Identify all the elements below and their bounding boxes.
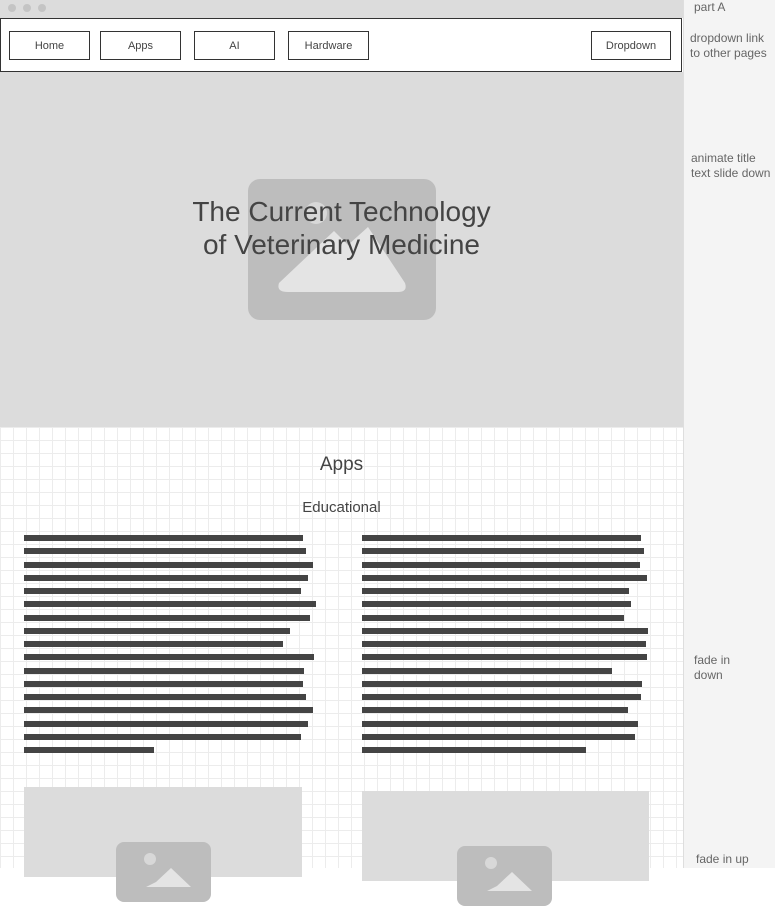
placeholder-text-line	[362, 707, 628, 714]
placeholder-text-line	[362, 588, 629, 594]
window-close-dot[interactable]	[8, 4, 16, 12]
placeholder-text-line	[362, 574, 647, 581]
placeholder-text-line	[24, 561, 313, 568]
placeholder-text-line	[362, 627, 648, 634]
placeholder-text-line	[24, 641, 283, 647]
hero-title-line-1: The Current Technology	[192, 196, 491, 227]
text-column-left	[24, 535, 316, 760]
placeholder-text-line	[362, 720, 638, 727]
placeholder-text-line	[24, 548, 306, 555]
placeholder-text-line	[362, 561, 640, 568]
placeholder-text-line	[362, 694, 641, 700]
placeholder-text-line	[362, 548, 644, 555]
annotation-part-label: part A	[694, 0, 726, 14]
image-placeholder-left	[24, 787, 302, 902]
placeholder-text-line	[24, 601, 316, 608]
placeholder-text-line	[362, 680, 642, 687]
top-nav: Home Apps AI Hardware Dropdown	[0, 18, 682, 72]
nav-dropdown-button[interactable]: Dropdown	[591, 31, 671, 60]
window-minimize-dot[interactable]	[23, 4, 31, 12]
placeholder-text-line	[24, 680, 303, 687]
window-chrome	[0, 0, 683, 18]
annotation-fade-up-note: fade in up	[696, 852, 749, 866]
hero-title: The Current Technology of Veterinary Med…	[0, 195, 683, 261]
placeholder-text-line	[24, 667, 304, 674]
placeholder-text-line	[24, 747, 154, 753]
placeholder-text-line	[362, 641, 646, 647]
placeholder-text-line	[362, 667, 612, 674]
section-subtitle: Educational	[302, 499, 381, 516]
image-placeholder-icon	[457, 846, 552, 906]
placeholder-text-line	[24, 654, 314, 661]
hero-banner: The Current Technology of Veterinary Med…	[0, 72, 683, 427]
apps-section: Apps Educational	[0, 427, 683, 906]
section-title: Apps	[319, 454, 364, 475]
placeholder-text-line	[24, 694, 306, 700]
annotation-title-note: animate title text slide down	[691, 151, 771, 180]
annotation-dropdown-note: dropdown link to other pages	[690, 31, 767, 60]
placeholder-text-line	[24, 588, 301, 594]
placeholder-text-line	[362, 747, 586, 753]
placeholder-text-line	[24, 535, 303, 541]
nav-ai-button[interactable]: AI	[194, 31, 275, 60]
placeholder-text-line	[362, 614, 624, 621]
text-column-right	[362, 535, 648, 760]
placeholder-text-line	[24, 614, 310, 621]
placeholder-text-line	[24, 574, 308, 581]
placeholder-text-line	[24, 707, 313, 714]
annotation-fade-down-note: fade in down	[694, 653, 731, 682]
placeholder-text-line	[24, 627, 290, 634]
placeholder-text-line	[362, 601, 631, 608]
nav-apps-button[interactable]: Apps	[100, 31, 181, 60]
nav-hardware-button[interactable]: Hardware	[288, 31, 369, 60]
annotation-rail	[683, 0, 775, 868]
placeholder-text-line	[362, 535, 641, 541]
placeholder-text-line	[24, 720, 308, 727]
nav-home-button[interactable]: Home	[9, 31, 90, 60]
image-placeholder-icon	[116, 842, 211, 902]
placeholder-text-line	[362, 654, 647, 661]
hero-title-line-2: of Veterinary Medicine	[202, 229, 481, 260]
placeholder-text-line	[24, 733, 301, 740]
placeholder-text-line	[362, 733, 635, 740]
window-maximize-dot[interactable]	[38, 4, 46, 12]
